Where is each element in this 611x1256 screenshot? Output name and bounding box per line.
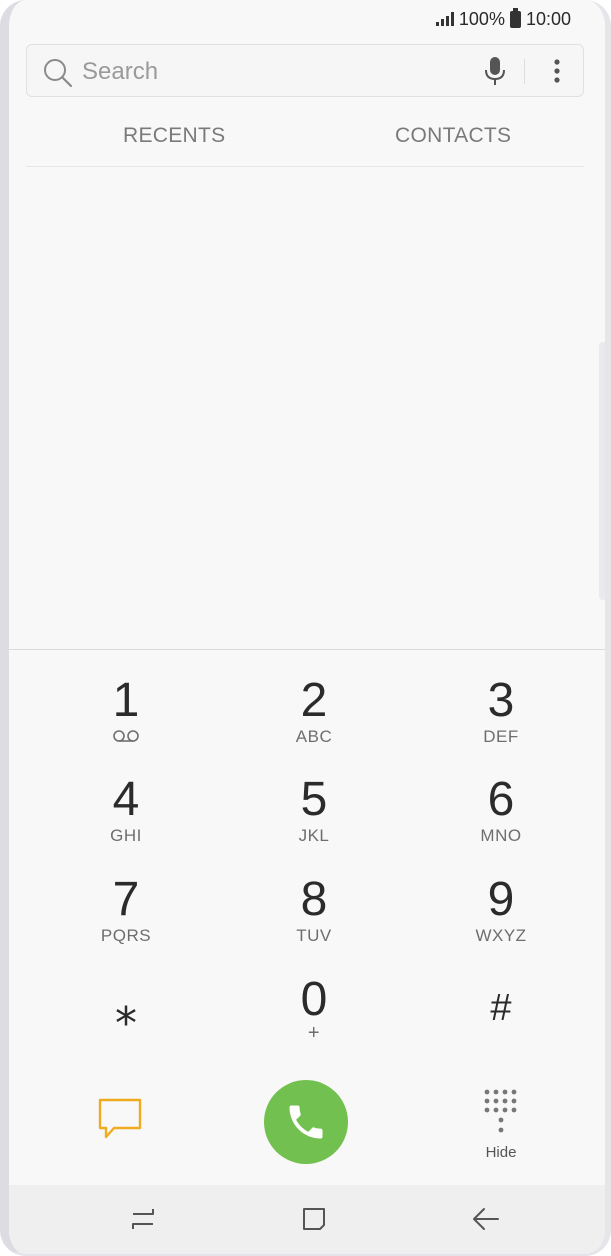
key-3[interactable]: 3 DEF (441, 677, 561, 765)
key-digit: 8 (300, 873, 328, 926)
status-bar: 100% 10:00 (435, 6, 571, 32)
key-letters: JKL (298, 826, 330, 845)
hide-keypad-button[interactable]: Hide (471, 1088, 531, 1161)
key-9[interactable]: 9 WXYZ (441, 876, 561, 964)
key-digit: 9 (487, 873, 515, 926)
key-hash[interactable]: # (441, 988, 561, 1076)
key-letters: ABC (295, 727, 333, 746)
key-8[interactable]: 8 TUV (254, 876, 374, 964)
battery-icon (509, 7, 521, 28)
search-divider (524, 59, 525, 84)
keypad-grid-icon (484, 1089, 517, 1133)
more-options-icon[interactable] (553, 59, 561, 85)
key-0[interactable]: 0 + (254, 976, 374, 1064)
key-2[interactable]: 2 ABC (254, 677, 374, 765)
key-4[interactable]: 4 GHI (66, 776, 186, 864)
tab-contacts[interactable]: CONTACTS (395, 124, 511, 148)
microphone-icon[interactable] (483, 56, 507, 86)
tab-recents[interactable]: RECENTS (123, 124, 225, 148)
battery-percent: 100% (458, 8, 505, 29)
keypad-divider (9, 649, 605, 650)
key-digit: 0 (300, 973, 328, 1026)
call-button[interactable] (264, 1080, 348, 1164)
search-input[interactable]: Search (82, 58, 158, 86)
key-digit: 2 (300, 674, 328, 727)
key-digit: 1 (112, 674, 140, 727)
key-letters: TUV (296, 926, 332, 945)
voicemail-icon (113, 730, 139, 742)
search-icon (44, 59, 73, 88)
signal-icon (435, 12, 454, 26)
key-letters: WXYZ (475, 926, 527, 945)
key-digit: 5 (300, 773, 328, 826)
home-icon[interactable] (300, 1205, 328, 1233)
phone-screen: 100% 10:00 Search RECENTS CONTACTS 1 2 A… (0, 0, 611, 1256)
key-5[interactable]: 5 JKL (254, 776, 374, 864)
key-letters: GHI (110, 826, 142, 845)
key-letters: PQRS (100, 926, 152, 945)
key-star[interactable]: ⁎ (66, 986, 186, 1074)
tab-bar: RECENTS CONTACTS (26, 108, 584, 167)
key-digit: # (490, 987, 512, 1029)
key-letters: + (307, 1022, 321, 1044)
key-digit: 4 (112, 773, 140, 826)
key-1[interactable]: 1 (66, 677, 186, 765)
message-icon[interactable] (97, 1097, 143, 1141)
dial-number-area (9, 167, 605, 649)
search-bar[interactable]: Search (26, 44, 584, 97)
key-digit: 3 (487, 674, 515, 727)
key-6[interactable]: 6 MNO (441, 776, 561, 864)
back-icon[interactable] (471, 1205, 501, 1233)
key-letters: DEF (483, 727, 519, 746)
key-digit: 6 (487, 773, 515, 826)
key-digit: ⁎ (115, 985, 137, 1034)
hide-label: Hide (485, 1144, 517, 1161)
key-7[interactable]: 7 PQRS (66, 876, 186, 964)
navigation-bar (9, 1185, 605, 1254)
key-letters: MNO (480, 826, 522, 845)
clock: 10:00 (525, 8, 571, 29)
key-digit: 7 (112, 873, 140, 926)
recent-apps-icon[interactable] (129, 1205, 157, 1233)
phone-icon (289, 1105, 323, 1139)
